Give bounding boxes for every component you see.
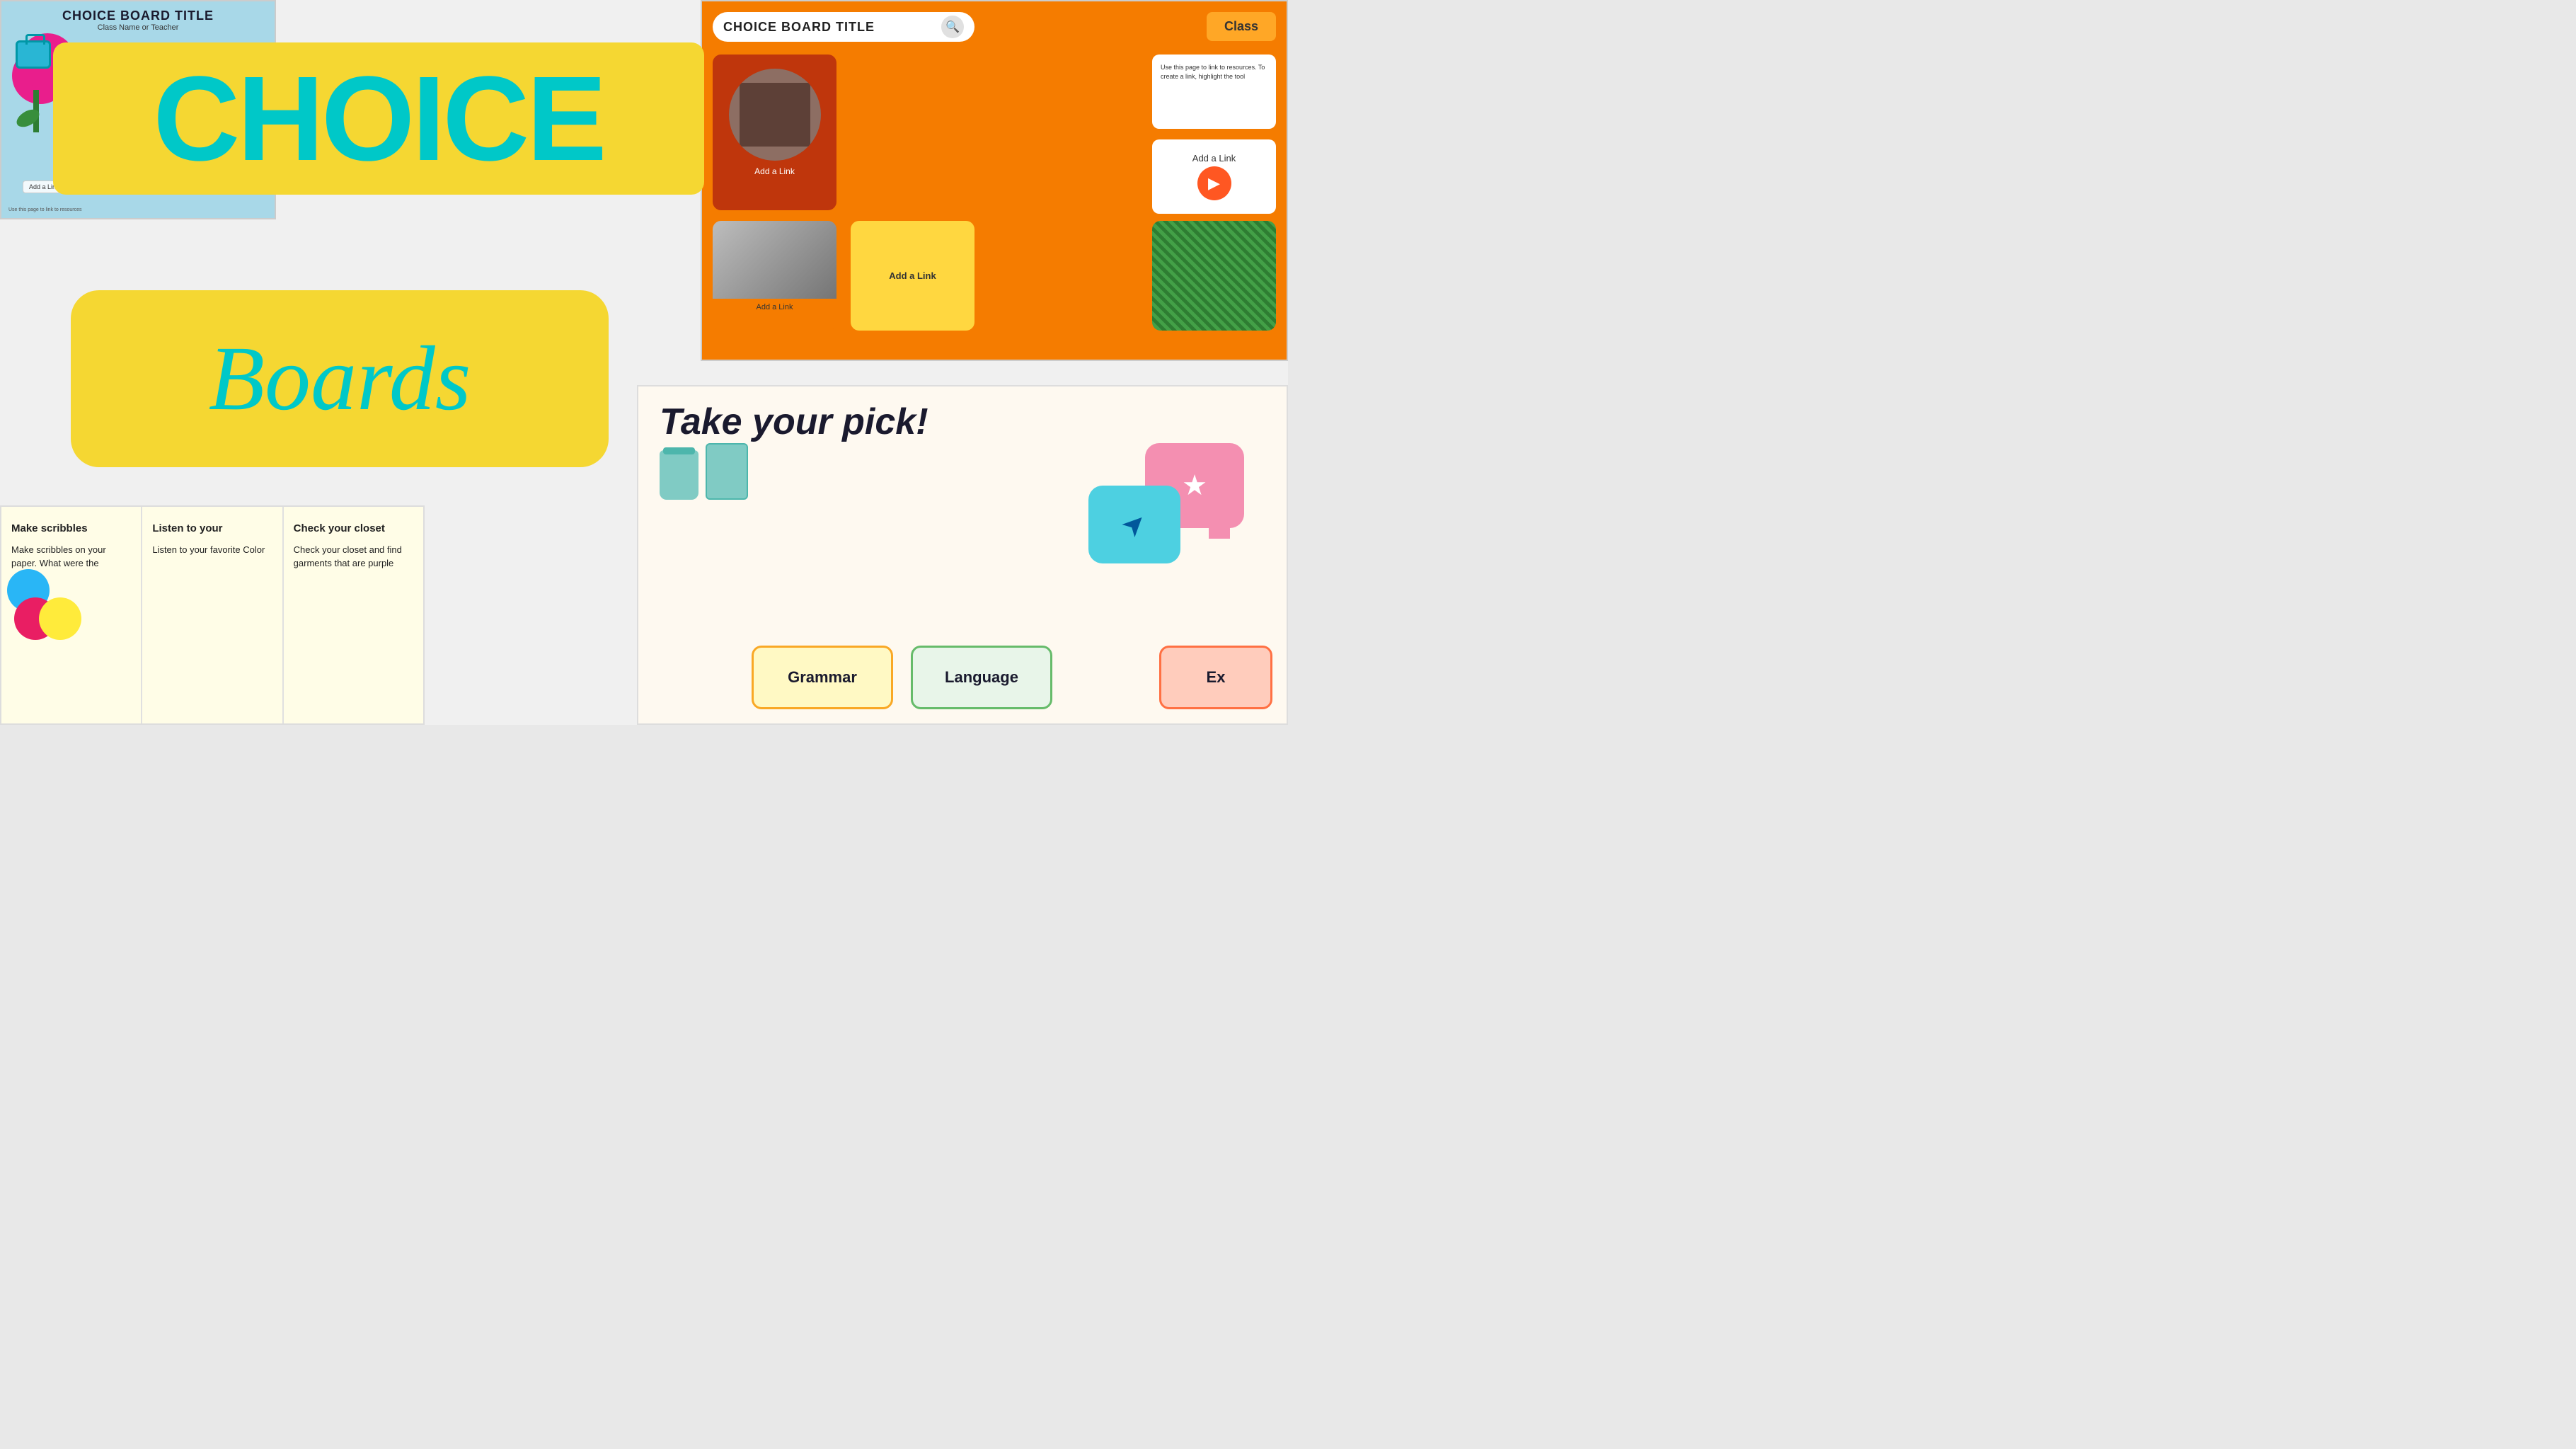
- pencil-cup-icon: [660, 450, 698, 500]
- panel-bottom-right: Take your pick! Grammar Language ★ ➤ Ex: [637, 385, 1288, 725]
- person-photo: [713, 221, 836, 299]
- tr-card-yellow: Add a Link: [851, 221, 974, 331]
- text-card-3: Check your closet Check your closet and …: [284, 507, 423, 723]
- tr-add-link-2[interactable]: Add a Link: [1192, 153, 1236, 164]
- boards-title: Boards: [209, 326, 471, 432]
- tl-title: CHOICE BOARD TITLE: [5, 8, 271, 23]
- tc3-body: Check your closet and find garments that…: [294, 543, 413, 571]
- briefcase-icon: [16, 40, 51, 69]
- choice-title: CHOICE: [153, 59, 604, 179]
- tr-card-person: Add a Link: [713, 221, 836, 331]
- language-card[interactable]: Language: [911, 646, 1052, 709]
- person-photo-inner: [713, 221, 836, 299]
- speech-bubble-teal: ➤: [1088, 486, 1180, 563]
- tc2-title: Listen to your: [152, 521, 272, 537]
- choice-banner: CHOICE: [53, 42, 704, 195]
- tc3-title: Check your closet: [294, 521, 413, 537]
- text-card-2: Listen to your Listen to your favorite C…: [142, 507, 283, 723]
- card-icons-area: ★ ➤: [1145, 443, 1244, 528]
- search-icon[interactable]: 🔍: [941, 16, 964, 38]
- grammar-label: Grammar: [788, 668, 857, 687]
- tr-card-description: Use this page to link to resources. To c…: [1152, 55, 1276, 129]
- tr-card-play: Add a Link ▶: [1152, 139, 1276, 214]
- panel-top-right: CHOICE BOARD TITLE 🔍 Class Add a Link Us…: [701, 0, 1288, 361]
- laptop-photo: [729, 69, 821, 161]
- language-label: Language: [945, 668, 1018, 687]
- tr-add-link-5[interactable]: Add a Link: [889, 270, 936, 281]
- color-circles-decoration: [7, 569, 78, 640]
- star-icon: ★: [1182, 469, 1207, 502]
- arrow-icon: ➤: [1115, 505, 1154, 544]
- tr-card-laptop: Add a Link: [713, 55, 836, 210]
- tr-card-green: [1152, 221, 1276, 331]
- tc2-body: Listen to your favorite Color: [152, 543, 272, 557]
- tr-add-link-1[interactable]: Add a Link: [713, 166, 836, 176]
- tc1-title: Make scribbles: [11, 521, 131, 537]
- stationery-decoration: [660, 443, 748, 500]
- grammar-card[interactable]: Grammar: [752, 646, 893, 709]
- boards-banner: Boards: [71, 290, 609, 467]
- search-value: CHOICE BOARD TITLE: [723, 20, 941, 35]
- take-your-pick-heading: Take your pick!: [638, 386, 1287, 450]
- circle-yellow: [39, 597, 81, 640]
- tl-header: CHOICE BOARD TITLE Class Name or Teacher: [1, 1, 275, 35]
- ex-label: Ex: [1207, 668, 1226, 687]
- tl-subtitle: Class Name or Teacher: [5, 23, 271, 32]
- tc1-body: Make scribbles on your paper. What were …: [11, 543, 131, 571]
- tr-add-link-4[interactable]: Add a Link: [713, 299, 836, 316]
- ex-card[interactable]: Ex: [1159, 646, 1272, 709]
- search-bar[interactable]: CHOICE BOARD TITLE 🔍: [713, 12, 974, 42]
- laptop-photo-inner: [740, 83, 810, 147]
- play-button[interactable]: ▶: [1197, 166, 1231, 200]
- tr-description-text: Use this page to link to resources. To c…: [1161, 63, 1267, 81]
- notebook-icon: [706, 443, 748, 500]
- class-tab[interactable]: Class: [1207, 12, 1276, 41]
- heart-icon: [1209, 519, 1230, 539]
- use-this-page-text: Use this page to link to resources: [8, 207, 82, 212]
- green-pattern: [1152, 221, 1276, 331]
